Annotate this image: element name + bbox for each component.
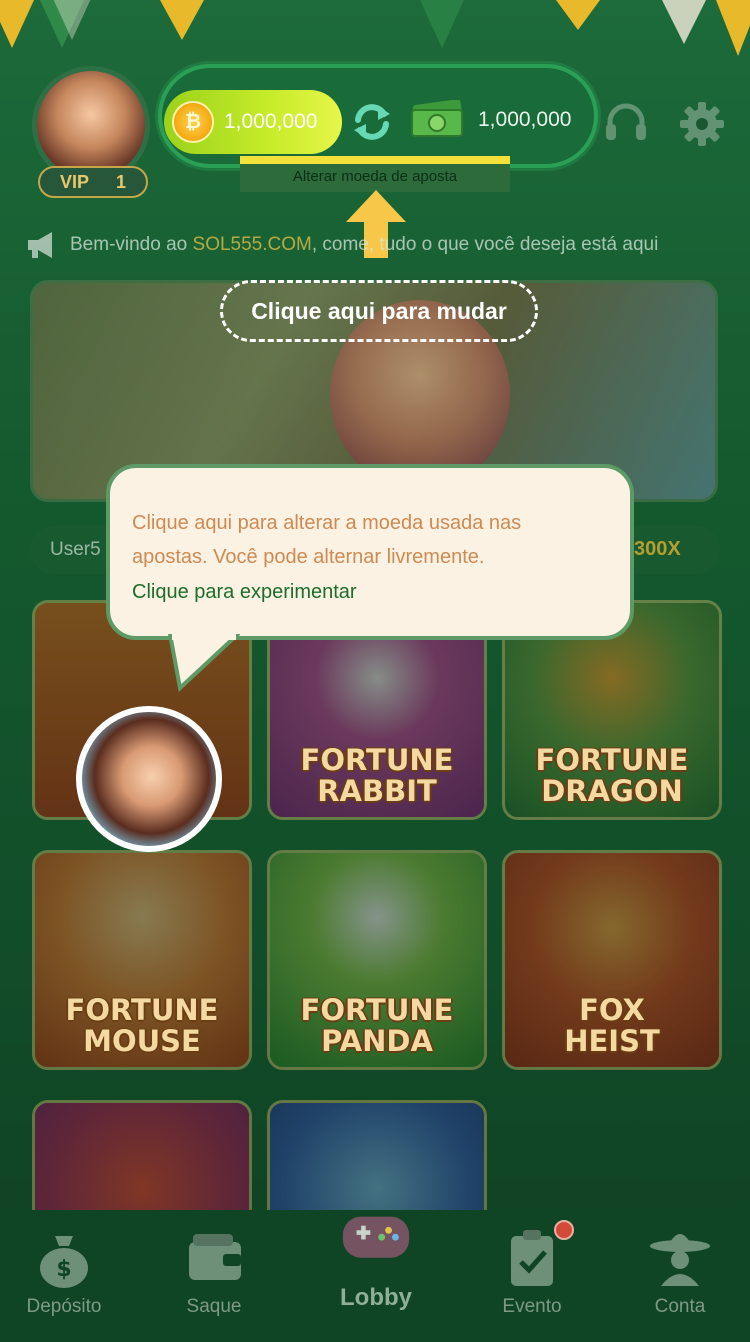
nav-lobby[interactable]: Lobby [306,1196,446,1311]
game-title: FORTUNE RABBIT [300,743,454,808]
nav-deposit[interactable]: $ Depósito [0,1222,134,1334]
gear-icon[interactable] [676,98,728,150]
vip-label: VIP [60,171,90,192]
swap-icon[interactable] [348,98,396,146]
game-tile-fox-heist[interactable]: FOX HEIST [502,850,722,1070]
tooltip-text-line2: apostas. Você pode alternar livremente. [132,546,485,568]
coin-icon: ₿ [172,101,214,143]
cash-icon [411,100,464,137]
winner-username: User5 [50,539,101,560]
notification-dot [554,1220,574,1240]
bunting-flag [0,0,34,48]
money-bag-icon: $ [40,1236,88,1288]
nav-withdraw-label: Saque [186,1296,242,1317]
bunting-flag [716,0,750,56]
game-tile-fortune-panda[interactable]: FORTUNE PANDA [267,850,487,1070]
gamepad-icon [342,1216,410,1258]
bunting-flag [420,0,464,48]
change-hint-label: Clique aqui para mudar [220,280,538,342]
bunting-flag [556,0,600,30]
tooltip-text-line1: Clique aqui para alterar a moeda usada n… [132,512,522,534]
winner-multiplier: 300X [634,538,681,560]
nav-withdraw[interactable]: Saque [144,1222,284,1334]
announcement-ticker: Bem-vindo ao SOL555.COM, come, tudo o qu… [24,228,734,262]
onboarding-tooltip[interactable]: Clique aqui para alterar a moeda usada n… [106,464,634,640]
megaphone-icon [28,232,52,258]
game-title: FORTUNE PANDA [300,993,454,1058]
headset-icon[interactable] [600,98,652,150]
vip-badge[interactable]: VIP 1 [38,166,148,198]
svg-text:$: $ [56,1257,71,1282]
game-title: FORTUNE DRAGON [535,743,689,808]
coin-balance-pill[interactable]: ₿ 1,000,000 [164,90,342,154]
nav-event-label: Evento [502,1296,562,1317]
game-title: FOX HEIST [564,993,660,1058]
cash-balance-value: 1,000,000 [478,108,572,131]
app-screen: VIP 1 ₿ 1,000,000 1,000,000 Alterar moed… [0,0,750,1342]
nav-deposit-label: Depósito [26,1296,102,1317]
tooltip-tail [168,634,240,692]
sombrero-user-icon [650,1234,710,1286]
announcement-suffix: , come, tudo o que você deseja está aqui [311,234,659,255]
bunting-flag [50,0,94,40]
bunting-flag [160,0,204,40]
bunting-flag [662,0,706,44]
announcement-text: Bem-vindo ao SOL555.COM, come, tudo o qu… [70,234,658,256]
guide-avatar [76,706,222,852]
nav-account[interactable]: Conta [610,1222,750,1334]
coin-balance-value: 1,000,000 [224,110,318,133]
tooltip-cta-link[interactable]: Clique para experimentar [132,574,608,610]
announcement-prefix: Bem-vindo ao [70,234,193,255]
game-title: FORTUNE MOUSE [65,993,219,1058]
nav-lobby-label: Lobby [340,1284,412,1311]
change-bet-currency-label[interactable]: Alterar moeda de aposta [240,156,510,192]
wallet-icon [189,1234,241,1280]
nav-account-label: Conta [654,1296,706,1317]
nav-event[interactable]: Evento [462,1222,602,1334]
vip-level: 1 [115,171,126,192]
announcement-brand: SOL555.COM [192,234,312,255]
game-tile-fortune-mouse[interactable]: FORTUNE MOUSE [32,850,252,1070]
